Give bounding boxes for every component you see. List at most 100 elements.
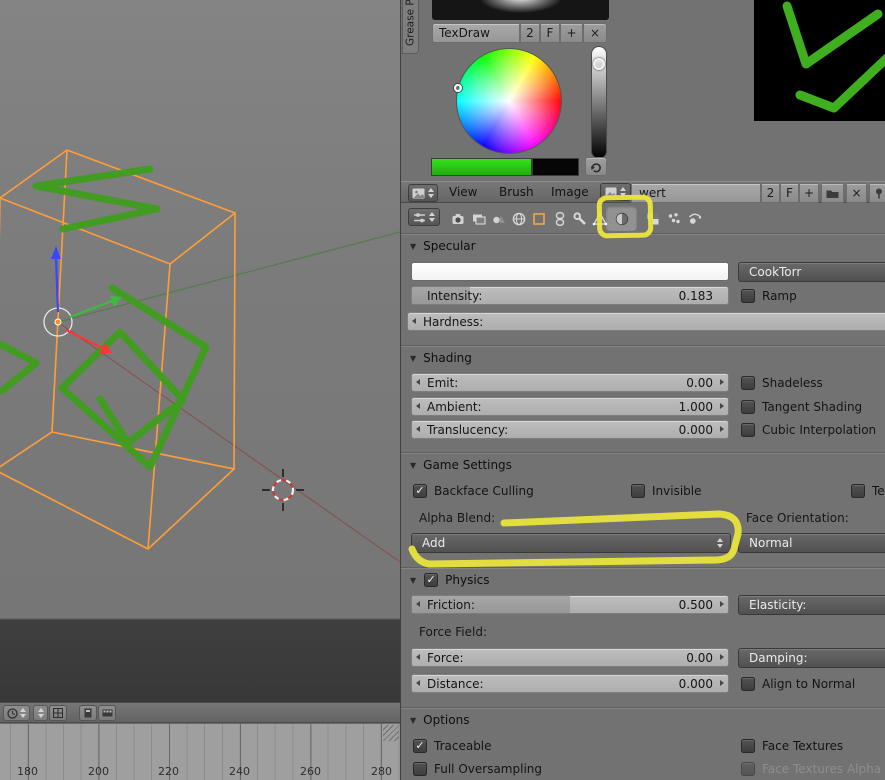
- world-icon: [512, 212, 526, 226]
- text-checkbox[interactable]: Te: [851, 483, 885, 498]
- stepper-right-icon[interactable]: [720, 654, 724, 660]
- translucency-field[interactable]: Translucency: 0.000: [411, 420, 729, 439]
- shadeless-checkbox[interactable]: Shadeless: [741, 375, 823, 390]
- emit-field[interactable]: Emit: 0.00: [411, 373, 729, 392]
- force-field-distance[interactable]: Distance: 0.000: [411, 674, 729, 693]
- timeline-pin-button[interactable]: [33, 705, 48, 721]
- stepper-left-icon[interactable]: [412, 318, 416, 324]
- ramp-checkbox[interactable]: Ramp: [741, 288, 797, 303]
- face-orientation-label: Face Orientation:: [746, 511, 849, 525]
- backface-culling-checkbox[interactable]: ✓ Backface Culling: [413, 483, 534, 498]
- tab-scene[interactable]: [490, 210, 508, 228]
- chevron-updown-icon: [429, 212, 435, 222]
- properties-editor-icon: [414, 212, 425, 222]
- viewport-scene: [0, 149, 400, 563]
- friction-slider[interactable]: Friction: 0.500: [411, 595, 729, 614]
- hardness-slider[interactable]: Hardness:: [407, 312, 885, 331]
- brush-fake-user-button[interactable]: F: [540, 23, 560, 43]
- traceable-checkbox[interactable]: ✓ Traceable: [413, 738, 492, 753]
- color-wheel[interactable]: [456, 48, 562, 154]
- brush-unlink-button[interactable]: ×: [583, 23, 607, 43]
- stepper-right-icon[interactable]: [720, 379, 724, 385]
- tangent-shading-checkbox[interactable]: Tangent Shading: [741, 399, 862, 414]
- refresh-icon: [591, 162, 601, 172]
- face-orientation-dropdown[interactable]: Normal: [738, 533, 885, 553]
- specular-color-field[interactable]: [411, 262, 729, 281]
- tab-particles[interactable]: [665, 210, 683, 228]
- panel-header-options[interactable]: ▼ Options: [401, 707, 885, 732]
- right-panel: Grease Pe TexDraw 2 F + × View Brush Ima…: [400, 0, 885, 780]
- stepper-right-icon[interactable]: [720, 601, 724, 607]
- blender-window: 180 200 220 240 260 280 Grease Pe TexDra…: [0, 0, 885, 780]
- menu-view[interactable]: View: [449, 182, 477, 202]
- region-resize-grip[interactable]: [383, 725, 399, 741]
- tab-constraints[interactable]: [551, 210, 569, 228]
- tab-world[interactable]: [510, 210, 528, 228]
- checkbox-box: [631, 483, 645, 498]
- panel-header-shading[interactable]: ▼ Shading: [401, 345, 885, 370]
- brush-users-button[interactable]: 2: [520, 23, 540, 43]
- tab-render-layers[interactable]: [470, 210, 488, 228]
- secondary-color-swatch[interactable]: [532, 158, 579, 176]
- stepper-right-icon[interactable]: [720, 680, 724, 686]
- slider-value: 0.000: [678, 422, 713, 437]
- specular-shader-dropdown[interactable]: CookTorr: [738, 262, 885, 282]
- image-users-button[interactable]: 2: [761, 183, 780, 203]
- stepper-left-icon[interactable]: [416, 403, 420, 409]
- 3d-viewport[interactable]: 180 200 220 240 260 280: [0, 0, 400, 780]
- ruler-label: 260: [300, 765, 321, 778]
- stepper-left-icon[interactable]: [416, 379, 420, 385]
- cube-wireframe[interactable]: [0, 149, 237, 550]
- modifiers-icon: [573, 212, 586, 225]
- editor-type-selector[interactable]: [408, 184, 438, 202]
- stepper-left-icon[interactable]: [416, 601, 420, 607]
- timeline-editor-selector[interactable]: [3, 705, 30, 721]
- timeline-film-button[interactable]: [98, 705, 116, 721]
- timeline-marker-button[interactable]: [79, 705, 97, 721]
- damping-slider[interactable]: Damping:: [738, 648, 885, 668]
- checkbox-box: [741, 422, 755, 437]
- image-new-button[interactable]: +: [799, 183, 819, 203]
- image-pin-button[interactable]: [869, 183, 885, 203]
- align-to-normal-checkbox[interactable]: Align to Normal: [741, 676, 855, 691]
- menu-image[interactable]: Image: [551, 182, 589, 202]
- face-textures-checkbox[interactable]: Face Textures: [741, 738, 843, 753]
- intensity-slider[interactable]: Intensity: 0.183: [411, 286, 729, 305]
- brush-add-button[interactable]: +: [560, 23, 583, 43]
- grease-pencil-region-tab[interactable]: Grease Pe: [402, 0, 419, 54]
- tab-modifiers[interactable]: [571, 210, 589, 228]
- invisible-checkbox[interactable]: Invisible: [631, 483, 702, 498]
- ambient-field[interactable]: Ambient: 1.000: [411, 397, 729, 416]
- stepper-left-icon[interactable]: [416, 680, 420, 686]
- stepper-right-icon[interactable]: [720, 403, 724, 409]
- panel-header-physics[interactable]: ▼ ✓ Physics: [401, 567, 885, 592]
- disclosure-triangle-icon: ▼: [410, 460, 417, 470]
- refresh-button[interactable]: [585, 157, 607, 176]
- face-textures-alpha-checkbox[interactable]: Face Textures Alpha: [741, 761, 881, 776]
- tab-physics[interactable]: [686, 210, 704, 228]
- alpha-blend-dropdown[interactable]: Add: [411, 533, 731, 553]
- brush-name-field[interactable]: TexDraw: [432, 23, 520, 43]
- panel-header-game-settings[interactable]: ▼ Game Settings: [401, 452, 885, 477]
- stepper-left-icon[interactable]: [416, 654, 420, 660]
- image-fake-user-button[interactable]: F: [780, 183, 799, 203]
- timeline-ruler[interactable]: 180 200 220 240 260 280: [0, 723, 400, 780]
- stepper-left-icon[interactable]: [416, 426, 420, 432]
- physics-enable-checkbox[interactable]: ✓: [424, 573, 439, 587]
- menu-brush[interactable]: Brush: [499, 182, 534, 202]
- properties-editor-selector[interactable]: [408, 208, 440, 226]
- elasticity-slider[interactable]: Elasticity:: [738, 595, 885, 615]
- image-open-button[interactable]: [821, 183, 844, 203]
- checkbox-label: Shadeless: [762, 375, 823, 390]
- image-unlink-button[interactable]: ×: [846, 183, 867, 203]
- tab-render[interactable]: [449, 210, 467, 228]
- timeline-grid-button[interactable]: [49, 705, 67, 721]
- constraints-icon: [555, 212, 565, 226]
- tab-object[interactable]: [530, 210, 548, 228]
- stepper-right-icon[interactable]: [720, 426, 724, 432]
- full-oversampling-checkbox[interactable]: Full Oversampling: [413, 761, 542, 776]
- checkbox-label: Traceable: [434, 738, 492, 753]
- force-field-force[interactable]: Force: 0.00: [411, 648, 729, 667]
- cubic-interpolation-checkbox[interactable]: Cubic Interpolation: [741, 422, 876, 437]
- primary-color-swatch[interactable]: [431, 158, 532, 176]
